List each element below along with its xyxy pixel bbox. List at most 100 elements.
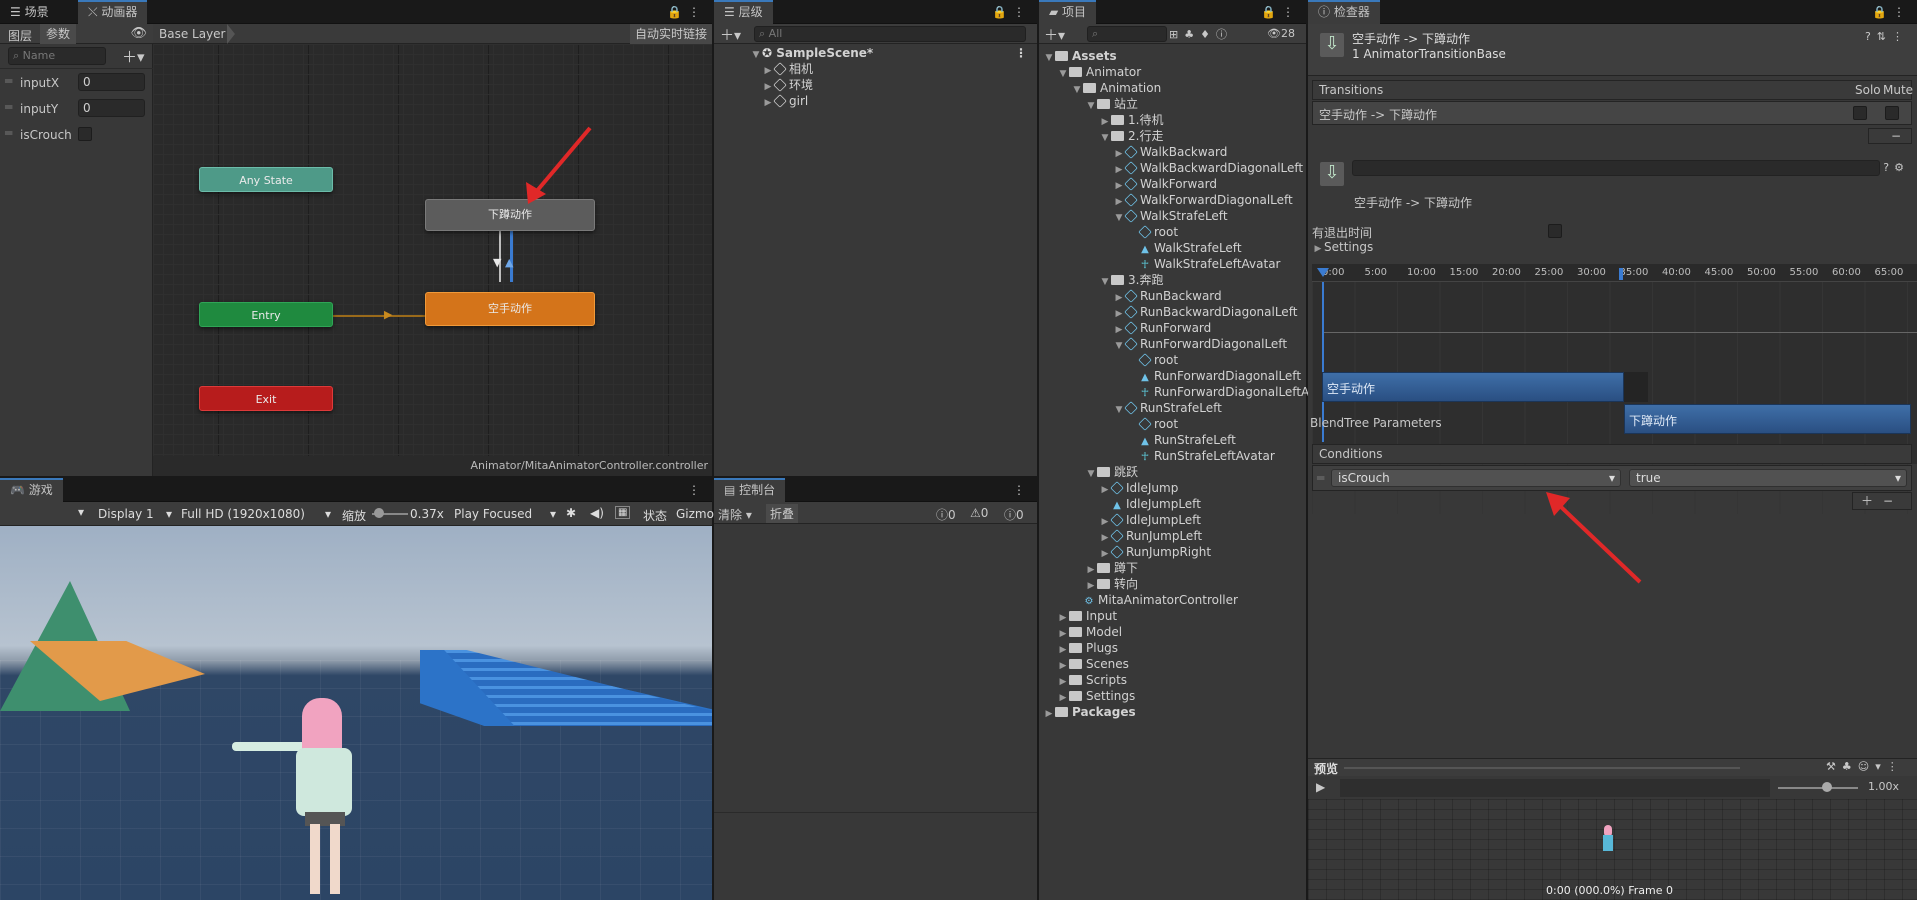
state-graph[interactable]: ▶ ▼ ▲ Any State 下蹲动作 Entry 空手动作 Exit: [153, 44, 712, 456]
collapse-arrow-icon[interactable]: ▶: [1043, 706, 1055, 722]
preview-tool-icons[interactable]: ⚒♣☺▾⋮: [1826, 760, 1904, 773]
project-tree-item[interactable]: ▲ RunForwardDiagonalLeft: [1039, 368, 1306, 384]
filter-icons[interactable]: ⊞♣♦ⓘ: [1169, 26, 1233, 42]
display-dropdown[interactable]: Display 1 ▾: [92, 505, 176, 523]
add-param-icon[interactable]: ＋▾: [122, 46, 145, 67]
drag-handle-icon[interactable]: ═: [1317, 471, 1324, 485]
log-count[interactable]: ⓘ0: [936, 506, 956, 523]
project-tree-item[interactable]: ▶ IdleJumpLeft: [1039, 512, 1306, 528]
project-tree-item[interactable]: ☥ RunForwardDiagonalLeftA: [1039, 384, 1309, 400]
panel-menu-icon[interactable]: 🔒⋮: [992, 0, 1031, 24]
drag-handle-icon[interactable]: ═: [5, 126, 12, 140]
project-tree-item[interactable]: ▶ Model: [1039, 624, 1306, 640]
project-tree-item[interactable]: ▶ WalkBackward: [1039, 144, 1306, 160]
project-tree-item[interactable]: ▶ RunJumpLeft: [1039, 528, 1306, 544]
project-tree-item[interactable]: ☥ WalkStrafeLeftAvatar: [1039, 256, 1306, 272]
settings-foldout[interactable]: ▶ Settings: [1312, 240, 1374, 254]
param-value-input[interactable]: 0: [78, 99, 145, 117]
param-bool-checkbox[interactable]: [78, 127, 92, 141]
game-viewport[interactable]: [0, 526, 712, 900]
remove-transition-button[interactable]: −: [1868, 128, 1912, 144]
stats-button[interactable]: 状态: [643, 507, 667, 524]
tab-game[interactable]: 🎮 游戏: [0, 478, 63, 502]
param-value-input[interactable]: 0: [78, 73, 145, 91]
game-view-dropdown[interactable]: ▾: [0, 505, 88, 523]
clear-button[interactable]: 清除 ▾: [718, 506, 752, 523]
collapse-button[interactable]: 折叠: [766, 504, 799, 523]
playhead-marker-icon[interactable]: [1317, 268, 1329, 277]
project-tree-item[interactable]: ▶ 1.待机: [1039, 112, 1306, 128]
warning-count[interactable]: ⚠0: [970, 506, 988, 520]
param-row[interactable]: ═ inputY 0: [0, 97, 153, 121]
hierarchy-item[interactable]: ▶ 相机: [714, 61, 1037, 77]
panel-menu-icon[interactable]: 🔒⋮: [667, 0, 706, 24]
tab-inspector[interactable]: ⓘ 检查器: [1308, 0, 1380, 24]
play-mode-dropdown[interactable]: Play Focused ▾: [452, 505, 558, 523]
param-search-input[interactable]: ⌕ Name: [8, 47, 106, 65]
project-tree-item[interactable]: ▶ RunJumpRight: [1039, 544, 1306, 560]
project-tree-item[interactable]: ▶ WalkForwardDiagonalLeft: [1039, 192, 1306, 208]
scene-row[interactable]: ▼ ✪ SampleScene* ⋮: [714, 45, 1037, 61]
clip-to-bar[interactable]: 下蹲动作: [1624, 404, 1911, 434]
preview-viewport[interactable]: 0:00 (000.0%) Frame 0: [1308, 799, 1917, 900]
timeline-ruler[interactable]: 0:00 5:00 10:00 15:00 20:00 25:00 30:00 35:00 40…: [1312, 264, 1917, 282]
drag-handle-icon[interactable]: ═: [5, 100, 12, 114]
project-tree-item[interactable]: ▶ Settings: [1039, 688, 1306, 704]
hidden-count[interactable]: 👁28: [1267, 27, 1295, 40]
param-row[interactable]: ═ isCrouch: [0, 123, 153, 147]
settings-icons[interactable]: ?⚙: [1883, 161, 1909, 174]
hierarchy-item[interactable]: ▶ 环境: [714, 77, 1037, 93]
panel-menu-icon[interactable]: ⋮: [1013, 478, 1031, 502]
project-tree-item[interactable]: ▼ Animation: [1039, 80, 1306, 96]
project-tree-item[interactable]: ⚙ MitaAnimatorController: [1039, 592, 1306, 608]
create-icon[interactable]: ＋▾: [720, 25, 741, 45]
project-tree-item[interactable]: ▼ Animator: [1039, 64, 1306, 80]
resolution-dropdown[interactable]: Full HD (1920x1080) ▾: [178, 505, 334, 523]
project-tree-item[interactable]: ▲ IdleJumpLeft: [1039, 496, 1306, 512]
preview-splitter[interactable]: [1344, 767, 1740, 769]
tab-console[interactable]: ▤ 控制台: [714, 478, 786, 502]
breadcrumb[interactable]: Base Layer: [159, 27, 226, 41]
error-count[interactable]: ⓘ0: [1004, 506, 1024, 523]
solo-checkbox[interactable]: [1853, 106, 1867, 120]
project-search-input[interactable]: ⌕: [1087, 26, 1167, 42]
project-tree-item[interactable]: ▶ 转向: [1039, 576, 1306, 592]
state-entry[interactable]: Entry: [199, 302, 333, 327]
tab-animator[interactable]: ⤬ 动画器: [78, 0, 148, 24]
project-tree-item[interactable]: ▼ Assets: [1039, 48, 1306, 64]
state-exit[interactable]: Exit: [199, 386, 333, 411]
bug-icon[interactable]: ✱: [566, 506, 576, 520]
project-tree-item[interactable]: ▼ RunStrafeLeft: [1039, 400, 1306, 416]
project-tree-item[interactable]: ▲ WalkStrafeLeft: [1039, 240, 1306, 256]
project-tree-item[interactable]: ▼ 站立: [1039, 96, 1306, 112]
audio-icon[interactable]: ◀): [590, 506, 604, 520]
project-tree-item[interactable]: ▶ RunBackward: [1039, 288, 1306, 304]
project-tree-item[interactable]: ▶ 蹲下: [1039, 560, 1306, 576]
add-remove-condition-buttons[interactable]: ＋−: [1852, 492, 1912, 510]
project-tree-item[interactable]: ▶ RunForward: [1039, 320, 1306, 336]
mute-checkbox[interactable]: [1885, 106, 1899, 120]
speed-slider-handle[interactable]: [1822, 782, 1832, 792]
state-any-state[interactable]: Any State: [199, 167, 333, 192]
project-tree-item[interactable]: ▶ WalkBackwardDiagonalLeft: [1039, 160, 1306, 176]
tab-layers[interactable]: 图层: [8, 27, 32, 44]
grid-icon[interactable]: ▦: [615, 506, 631, 519]
header-icons[interactable]: ?⇅⋮: [1865, 30, 1909, 43]
project-tree-item[interactable]: ▼ 2.行走: [1039, 128, 1306, 144]
hierarchy-search-input[interactable]: ⌕ All: [754, 26, 1026, 42]
project-tree-item[interactable]: ▶ Input: [1039, 608, 1306, 624]
live-link-button[interactable]: 自动实时链接: [629, 24, 712, 44]
preview-scrubber[interactable]: [1340, 779, 1770, 797]
zoom-slider-handle[interactable]: [374, 508, 384, 518]
project-tree-item[interactable]: ▼ RunForwardDiagonalLeft: [1039, 336, 1306, 352]
project-tree-item[interactable]: ▼ 3.奔跑: [1039, 272, 1306, 288]
tab-hierarchy[interactable]: ☰ 层级: [714, 0, 773, 24]
project-tree-item[interactable]: ▶ IdleJump: [1039, 480, 1306, 496]
project-tree-item[interactable]: root: [1039, 416, 1306, 432]
project-tree-item[interactable]: ▶ WalkForward: [1039, 176, 1306, 192]
tab-project[interactable]: ▰ 项目: [1039, 0, 1097, 24]
project-tree-item[interactable]: ▶ RunBackwardDiagonalLeft: [1039, 304, 1306, 320]
project-tree-item[interactable]: ▼ 跳跃: [1039, 464, 1306, 480]
speed-slider[interactable]: [1778, 787, 1858, 789]
tab-parameters[interactable]: 参数: [40, 24, 77, 44]
